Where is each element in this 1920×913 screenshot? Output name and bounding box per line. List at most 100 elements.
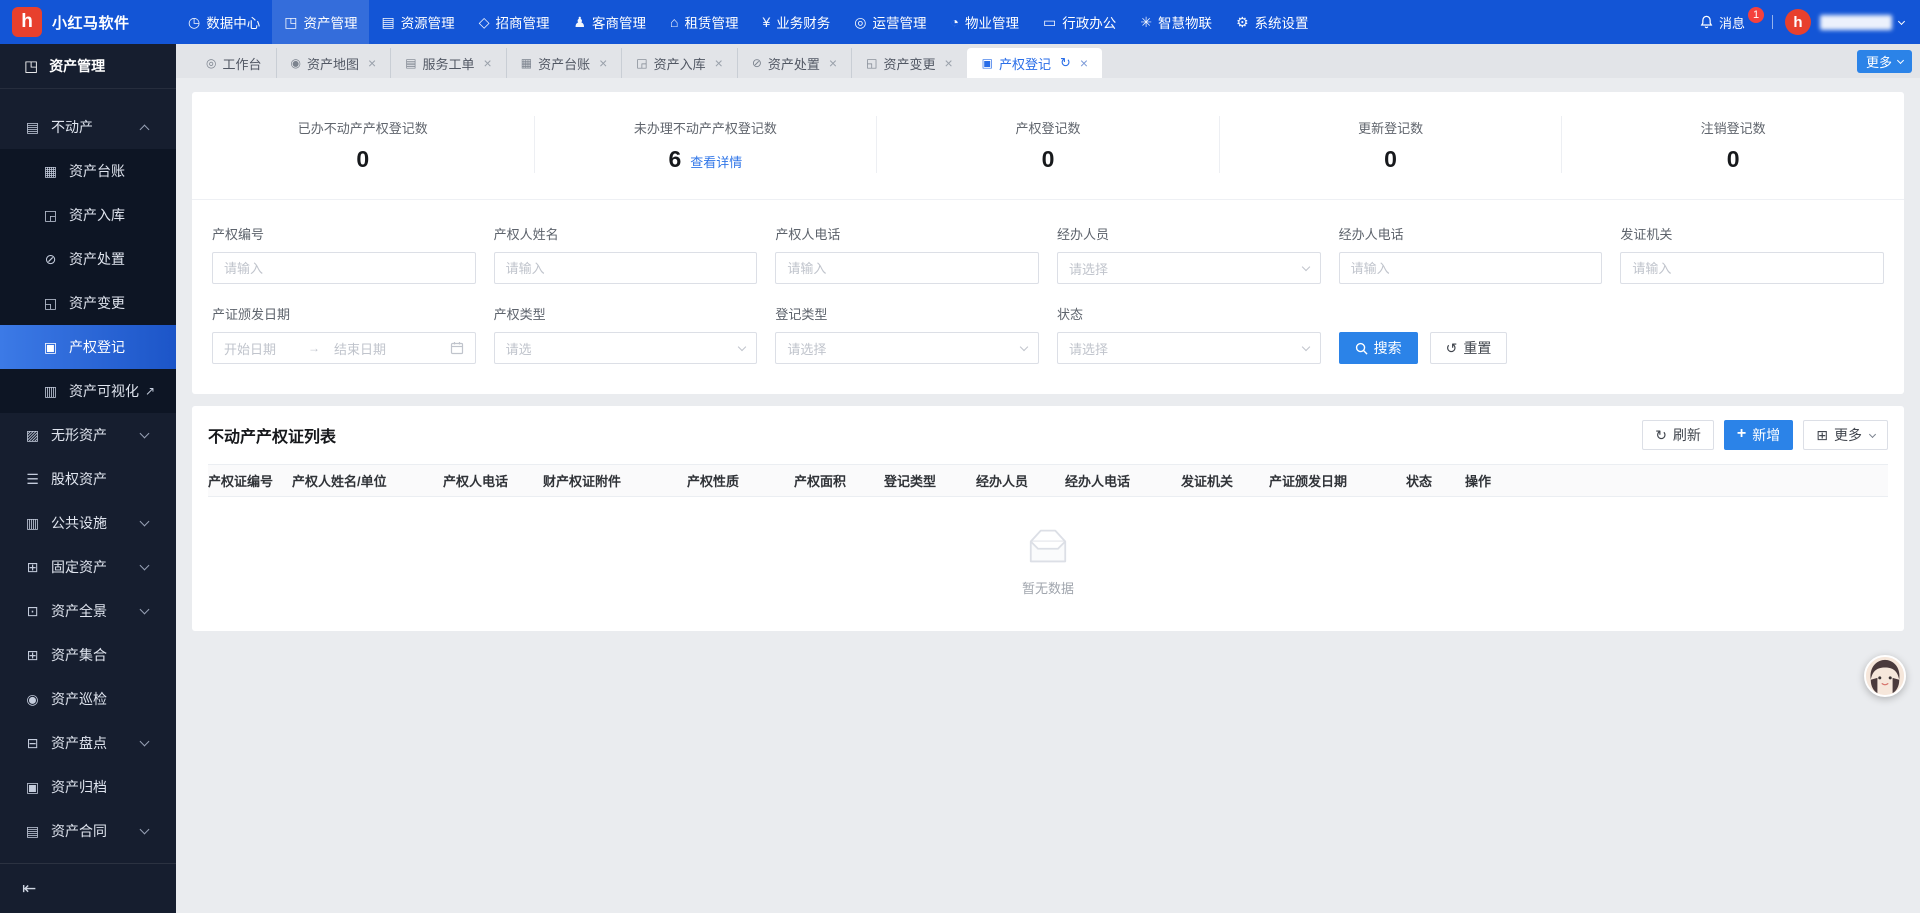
chevron-icon: [140, 517, 150, 527]
filter-control[interactable]: [494, 252, 758, 284]
sidebar-item[interactable]: ▥ 公共设施: [0, 501, 176, 545]
filter-field: 经办人员 请选择: [1057, 224, 1321, 284]
nav-item-label: 智慧物联: [1158, 12, 1212, 32]
close-tab-icon[interactable]: ×: [368, 55, 376, 71]
topbar-nav-item[interactable]: ♟ 客商管理: [561, 0, 658, 44]
filter-input[interactable]: [506, 261, 746, 276]
close-tab-icon[interactable]: ×: [715, 55, 723, 71]
more-button[interactable]: ⊞ 更多: [1803, 420, 1888, 450]
filter-section: 产权编号 产权人姓名: [192, 199, 1904, 394]
close-tab-icon[interactable]: ×: [944, 55, 952, 71]
sidebar-item[interactable]: ⊞ 固定资产: [0, 545, 176, 589]
filter-input[interactable]: [224, 261, 464, 276]
sidebar-item[interactable]: ▥ 资产可视化 ↗: [0, 369, 176, 413]
table-header-row: 产权证编号产权人姓名/单位产权人电话财产权证附件产权性质产权面积登记类型经办人员…: [208, 464, 1888, 497]
sidebar-item[interactable]: ▦ 资产台账: [0, 149, 176, 193]
filter-select[interactable]: 请选择: [1057, 332, 1321, 364]
topbar-nav-item[interactable]: ▭ 行政办公: [1031, 0, 1128, 44]
sidebar-item[interactable]: ◲ 资产入库: [0, 193, 176, 237]
refresh-button[interactable]: ↻ 刷新: [1642, 420, 1714, 450]
tab[interactable]: ◲ 资产入库 ×: [621, 48, 737, 78]
add-button[interactable]: + 新增: [1724, 420, 1793, 450]
filter-select[interactable]: 请选择: [775, 332, 1039, 364]
column-header: 产权人姓名/单位: [292, 471, 443, 490]
filter-input[interactable]: [1351, 261, 1591, 276]
tab[interactable]: ⊘ 资产处置 ×: [737, 48, 851, 78]
sidebar-item-label: 资产入库: [69, 205, 125, 225]
stat-label: 注销登记数: [1562, 118, 1904, 137]
filter-input[interactable]: [787, 261, 1027, 276]
close-tab-icon[interactable]: ×: [829, 55, 837, 71]
topbar-nav-item[interactable]: ◷ 数据中心: [176, 0, 272, 44]
column-header: 状态: [1406, 471, 1465, 490]
view-details-link[interactable]: 查看详情: [690, 152, 742, 171]
tab[interactable]: ▤ 服务工单 ×: [390, 48, 506, 78]
sidebar-item[interactable]: ☰ 股权资产: [0, 457, 176, 501]
user-menu[interactable]: h: [1785, 9, 1904, 35]
filter-control[interactable]: [212, 252, 476, 284]
sidebar-item-label: 资产全景: [51, 601, 107, 621]
topbar-nav-item[interactable]: ⌂ 租赁管理: [658, 0, 750, 44]
doc-icon: ◱: [42, 295, 59, 312]
username-redacted: [1820, 15, 1892, 30]
reset-button[interactable]: ↺ 重置: [1430, 332, 1508, 364]
collapse-sidebar-button[interactable]: ⇤: [22, 880, 36, 897]
tab[interactable]: ◎ 工作台: [192, 48, 276, 78]
filter-control[interactable]: [1620, 252, 1884, 284]
topbar-nav-item[interactable]: ⚙ 系统设置: [1224, 0, 1321, 44]
sidebar-item[interactable]: ▣ 资产归档: [0, 765, 176, 809]
chevron-down-icon: [1301, 262, 1309, 270]
sidebar-item[interactable]: ▨ 无形资产: [0, 413, 176, 457]
topbar-nav-item[interactable]: ◎ 运营管理: [842, 0, 938, 44]
close-tab-icon[interactable]: ×: [599, 55, 607, 71]
filter-control[interactable]: [1339, 252, 1603, 284]
close-tab-icon[interactable]: ×: [1080, 55, 1088, 71]
tab[interactable]: ▣ 产权登记 ↻ ×: [967, 48, 1102, 78]
sidebar-item[interactable]: ▣ 产权登记: [0, 325, 176, 369]
ticket-icon: ▤: [405, 56, 416, 70]
tab-label: 服务工单: [423, 54, 475, 73]
filter-field: 状态 请选择: [1057, 304, 1321, 364]
tabs-more-button[interactable]: 更多: [1857, 50, 1912, 73]
filter-control[interactable]: [775, 252, 1039, 284]
filter-label: 产证颁发日期: [212, 304, 476, 323]
tab-label: 资产台账: [538, 54, 590, 73]
topbar-nav-item[interactable]: ◔ 物业管理: [939, 0, 1031, 44]
sidebar-item[interactable]: ◉ 资产巡检: [0, 677, 176, 721]
messages-label: 消息: [1719, 13, 1745, 32]
sidebar-item[interactable]: ⊡ 资产全景: [0, 589, 176, 633]
sidebar-item[interactable]: ▤ 资产合同: [0, 809, 176, 853]
topbar-nav-item[interactable]: ✳ 智慧物联: [1128, 0, 1224, 44]
stat-card: 产权登记数 0: [876, 116, 1219, 173]
facility-icon: ▥: [24, 515, 41, 532]
sidebar-item[interactable]: ⊞ 资产集合: [0, 633, 176, 677]
search-button[interactable]: 搜索: [1339, 332, 1418, 364]
filter-select[interactable]: 请选: [494, 332, 758, 364]
stat-value: 0: [356, 148, 369, 171]
sidebar-item[interactable]: ⊘ 资产处置: [0, 237, 176, 281]
topbar-nav-item[interactable]: ¥ 业务财务: [751, 0, 843, 44]
tab[interactable]: ◉ 资产地图 ×: [276, 48, 391, 78]
tab[interactable]: ▦ 资产台账 ×: [506, 48, 622, 78]
close-tab-icon[interactable]: ×: [484, 55, 492, 71]
refresh-tab-icon[interactable]: ↻: [1060, 55, 1071, 71]
stat-card: 未办理不动产产权登记数 6 查看详情: [534, 116, 877, 173]
dispose-icon: ⊘: [42, 251, 59, 268]
filter-input[interactable]: [1632, 261, 1872, 276]
messages-button[interactable]: 消息 1: [1699, 13, 1764, 32]
chevron-down-icon: [1301, 342, 1309, 350]
cube-icon: ◳: [284, 14, 297, 31]
assistant-avatar[interactable]: [1864, 655, 1906, 697]
topbar-nav-item[interactable]: ▤ 资源管理: [369, 0, 466, 44]
date-range-picker[interactable]: 开始日期 → 结束日期: [212, 332, 476, 364]
sidebar-item[interactable]: ⊟ 资产盘点: [0, 721, 176, 765]
filter-control[interactable]: 请选择: [1057, 252, 1321, 284]
topbar-nav-item[interactable]: ◇ 招商管理: [467, 0, 562, 44]
topbar-nav-item[interactable]: ◳ 资产管理: [272, 0, 369, 44]
building-icon: ▤: [381, 14, 394, 31]
empty-text: 暂无数据: [1022, 578, 1074, 597]
sidebar-item[interactable]: ▤ 不动产: [0, 105, 176, 149]
tab[interactable]: ◱ 资产变更 ×: [851, 48, 967, 78]
column-header: 产权面积: [794, 471, 884, 490]
sidebar-item[interactable]: ◱ 资产变更: [0, 281, 176, 325]
